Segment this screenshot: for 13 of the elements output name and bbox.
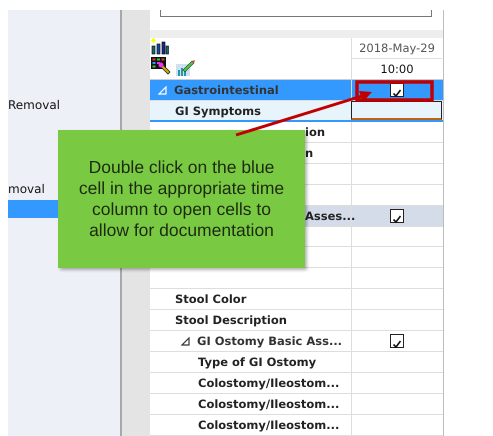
row-label: Stool Color — [175, 291, 246, 308]
row-label: Colostomy/Ileostom... — [198, 396, 340, 413]
row-label: GI Symptoms — [175, 102, 261, 120]
column-time: 10:00 — [379, 60, 415, 78]
row-label: Stool Description — [175, 312, 287, 329]
row-label: Colostomy/Ileostom... — [198, 417, 340, 434]
instruction-tooltip: Double click on the blue cell in the appropriate time column to open cells to allow for documentation — [58, 130, 305, 268]
row-label: Colostomy/Ileostom... — [198, 375, 340, 392]
row-label: n — [305, 145, 314, 162]
row-label: Asses... — [305, 208, 356, 225]
row-label: Type of GI Ostomy — [198, 354, 316, 371]
row-label: ion — [305, 124, 326, 142]
column-date: 2018-May-29 — [352, 38, 442, 59]
